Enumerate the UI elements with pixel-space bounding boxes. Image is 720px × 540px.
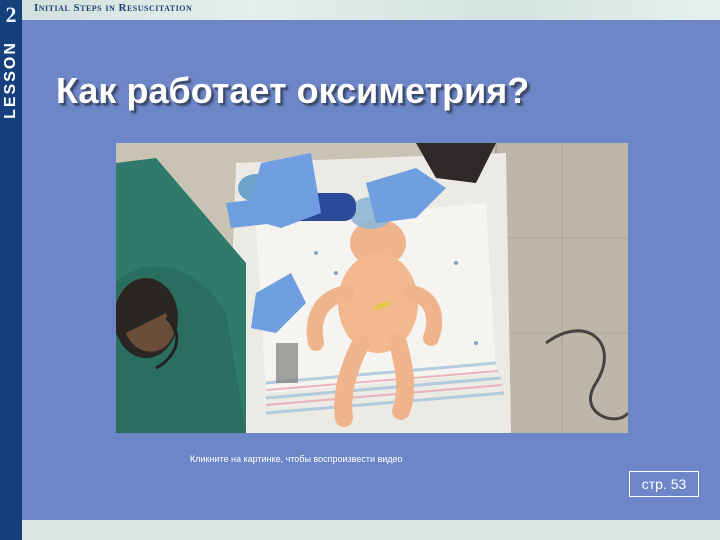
lesson-number: 2 (5, 2, 17, 27)
video-caption: Кликните на картинке, чтобы воспроизвест… (190, 454, 403, 464)
page-reference-badge: стр. 53 (629, 471, 699, 497)
lesson-sidebar: 2 LESSON (0, 0, 22, 540)
slide-title: Как работает оксиметрия? (56, 70, 530, 111)
bottom-strip (22, 520, 720, 540)
lesson-label: LESSON (2, 41, 19, 119)
banner-title: Initial Steps in Resuscitation (34, 2, 193, 14)
video-thumbnail[interactable] (116, 143, 628, 433)
top-banner: Initial Steps in Resuscitation (0, 0, 720, 20)
resuscitation-scene-image (116, 143, 628, 433)
